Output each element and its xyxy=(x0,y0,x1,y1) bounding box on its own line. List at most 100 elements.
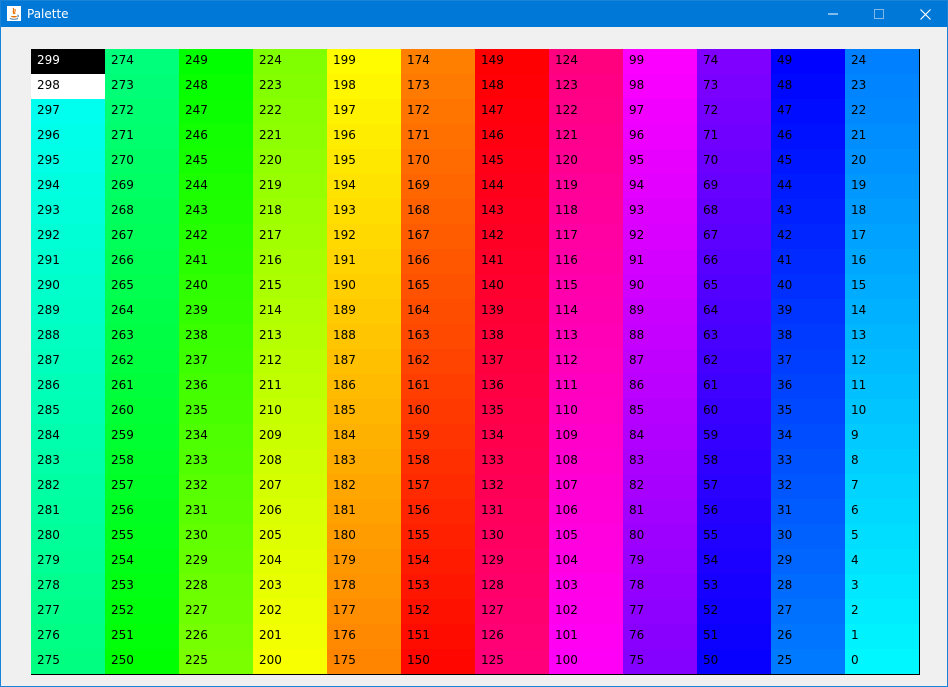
palette-cell-76[interactable]: 76 xyxy=(623,624,698,650)
palette-cell-216[interactable]: 216 xyxy=(253,249,328,275)
palette-cell-37[interactable]: 37 xyxy=(771,349,846,375)
palette-cell-260[interactable]: 260 xyxy=(105,399,180,425)
palette-cell-34[interactable]: 34 xyxy=(771,424,846,450)
palette-cell-122[interactable]: 122 xyxy=(549,99,624,125)
palette-cell-271[interactable]: 271 xyxy=(105,124,180,150)
palette-cell-160[interactable]: 160 xyxy=(401,399,476,425)
palette-cell-5[interactable]: 5 xyxy=(845,524,920,550)
palette-cell-45[interactable]: 45 xyxy=(771,149,846,175)
palette-cell-62[interactable]: 62 xyxy=(697,349,772,375)
palette-cell-211[interactable]: 211 xyxy=(253,374,328,400)
palette-cell-248[interactable]: 248 xyxy=(179,74,254,100)
palette-cell-134[interactable]: 134 xyxy=(475,424,550,450)
palette-cell-288[interactable]: 288 xyxy=(31,324,106,350)
palette-cell-289[interactable]: 289 xyxy=(31,299,106,325)
palette-cell-186[interactable]: 186 xyxy=(327,374,402,400)
palette-cell-235[interactable]: 235 xyxy=(179,399,254,425)
palette-cell-152[interactable]: 152 xyxy=(401,599,476,625)
palette-cell-173[interactable]: 173 xyxy=(401,74,476,100)
palette-cell-227[interactable]: 227 xyxy=(179,599,254,625)
palette-cell-9[interactable]: 9 xyxy=(845,424,920,450)
palette-cell-150[interactable]: 150 xyxy=(401,649,476,675)
palette-cell-87[interactable]: 87 xyxy=(623,349,698,375)
palette-cell-187[interactable]: 187 xyxy=(327,349,402,375)
title-bar[interactable]: Palette xyxy=(1,1,947,27)
palette-cell-118[interactable]: 118 xyxy=(549,199,624,225)
palette-cell-30[interactable]: 30 xyxy=(771,524,846,550)
palette-cell-50[interactable]: 50 xyxy=(697,649,772,675)
palette-cell-63[interactable]: 63 xyxy=(697,324,772,350)
palette-cell-287[interactable]: 287 xyxy=(31,349,106,375)
palette-cell-108[interactable]: 108 xyxy=(549,449,624,475)
palette-cell-206[interactable]: 206 xyxy=(253,499,328,525)
palette-cell-129[interactable]: 129 xyxy=(475,549,550,575)
palette-cell-151[interactable]: 151 xyxy=(401,624,476,650)
palette-cell-68[interactable]: 68 xyxy=(697,199,772,225)
palette-cell-290[interactable]: 290 xyxy=(31,274,106,300)
palette-cell-98[interactable]: 98 xyxy=(623,74,698,100)
palette-cell-71[interactable]: 71 xyxy=(697,124,772,150)
palette-cell-70[interactable]: 70 xyxy=(697,149,772,175)
palette-cell-189[interactable]: 189 xyxy=(327,299,402,325)
palette-cell-106[interactable]: 106 xyxy=(549,499,624,525)
palette-cell-57[interactable]: 57 xyxy=(697,474,772,500)
palette-cell-86[interactable]: 86 xyxy=(623,374,698,400)
palette-cell-75[interactable]: 75 xyxy=(623,649,698,675)
palette-cell-262[interactable]: 262 xyxy=(105,349,180,375)
palette-cell-1[interactable]: 1 xyxy=(845,624,920,650)
palette-cell-252[interactable]: 252 xyxy=(105,599,180,625)
palette-cell-241[interactable]: 241 xyxy=(179,249,254,275)
palette-cell-264[interactable]: 264 xyxy=(105,299,180,325)
palette-cell-52[interactable]: 52 xyxy=(697,599,772,625)
palette-cell-197[interactable]: 197 xyxy=(327,99,402,125)
palette-cell-48[interactable]: 48 xyxy=(771,74,846,100)
palette-cell-24[interactable]: 24 xyxy=(845,49,920,75)
palette-cell-27[interactable]: 27 xyxy=(771,599,846,625)
palette-cell-51[interactable]: 51 xyxy=(697,624,772,650)
palette-cell-181[interactable]: 181 xyxy=(327,499,402,525)
palette-cell-200[interactable]: 200 xyxy=(253,649,328,675)
palette-cell-140[interactable]: 140 xyxy=(475,274,550,300)
palette-cell-56[interactable]: 56 xyxy=(697,499,772,525)
palette-cell-255[interactable]: 255 xyxy=(105,524,180,550)
palette-cell-92[interactable]: 92 xyxy=(623,224,698,250)
palette-cell-112[interactable]: 112 xyxy=(549,349,624,375)
palette-cell-169[interactable]: 169 xyxy=(401,174,476,200)
palette-cell-258[interactable]: 258 xyxy=(105,449,180,475)
palette-cell-133[interactable]: 133 xyxy=(475,449,550,475)
palette-cell-272[interactable]: 272 xyxy=(105,99,180,125)
palette-cell-32[interactable]: 32 xyxy=(771,474,846,500)
palette-cell-250[interactable]: 250 xyxy=(105,649,180,675)
palette-cell-244[interactable]: 244 xyxy=(179,174,254,200)
palette-cell-72[interactable]: 72 xyxy=(697,99,772,125)
palette-cell-297[interactable]: 297 xyxy=(31,99,106,125)
palette-cell-208[interactable]: 208 xyxy=(253,449,328,475)
close-button[interactable] xyxy=(902,1,948,27)
palette-cell-291[interactable]: 291 xyxy=(31,249,106,275)
palette-cell-198[interactable]: 198 xyxy=(327,74,402,100)
palette-cell-41[interactable]: 41 xyxy=(771,249,846,275)
palette-cell-293[interactable]: 293 xyxy=(31,199,106,225)
palette-cell-120[interactable]: 120 xyxy=(549,149,624,175)
palette-cell-229[interactable]: 229 xyxy=(179,549,254,575)
palette-cell-58[interactable]: 58 xyxy=(697,449,772,475)
palette-cell-222[interactable]: 222 xyxy=(253,99,328,125)
palette-cell-259[interactable]: 259 xyxy=(105,424,180,450)
palette-cell-135[interactable]: 135 xyxy=(475,399,550,425)
palette-cell-137[interactable]: 137 xyxy=(475,349,550,375)
minimize-button[interactable] xyxy=(810,1,856,27)
palette-cell-117[interactable]: 117 xyxy=(549,224,624,250)
palette-cell-67[interactable]: 67 xyxy=(697,224,772,250)
palette-cell-107[interactable]: 107 xyxy=(549,474,624,500)
palette-cell-191[interactable]: 191 xyxy=(327,249,402,275)
palette-cell-204[interactable]: 204 xyxy=(253,549,328,575)
palette-cell-209[interactable]: 209 xyxy=(253,424,328,450)
palette-cell-65[interactable]: 65 xyxy=(697,274,772,300)
palette-cell-246[interactable]: 246 xyxy=(179,124,254,150)
palette-cell-14[interactable]: 14 xyxy=(845,299,920,325)
palette-cell-54[interactable]: 54 xyxy=(697,549,772,575)
palette-cell-164[interactable]: 164 xyxy=(401,299,476,325)
palette-cell-217[interactable]: 217 xyxy=(253,224,328,250)
palette-cell-119[interactable]: 119 xyxy=(549,174,624,200)
palette-cell-219[interactable]: 219 xyxy=(253,174,328,200)
